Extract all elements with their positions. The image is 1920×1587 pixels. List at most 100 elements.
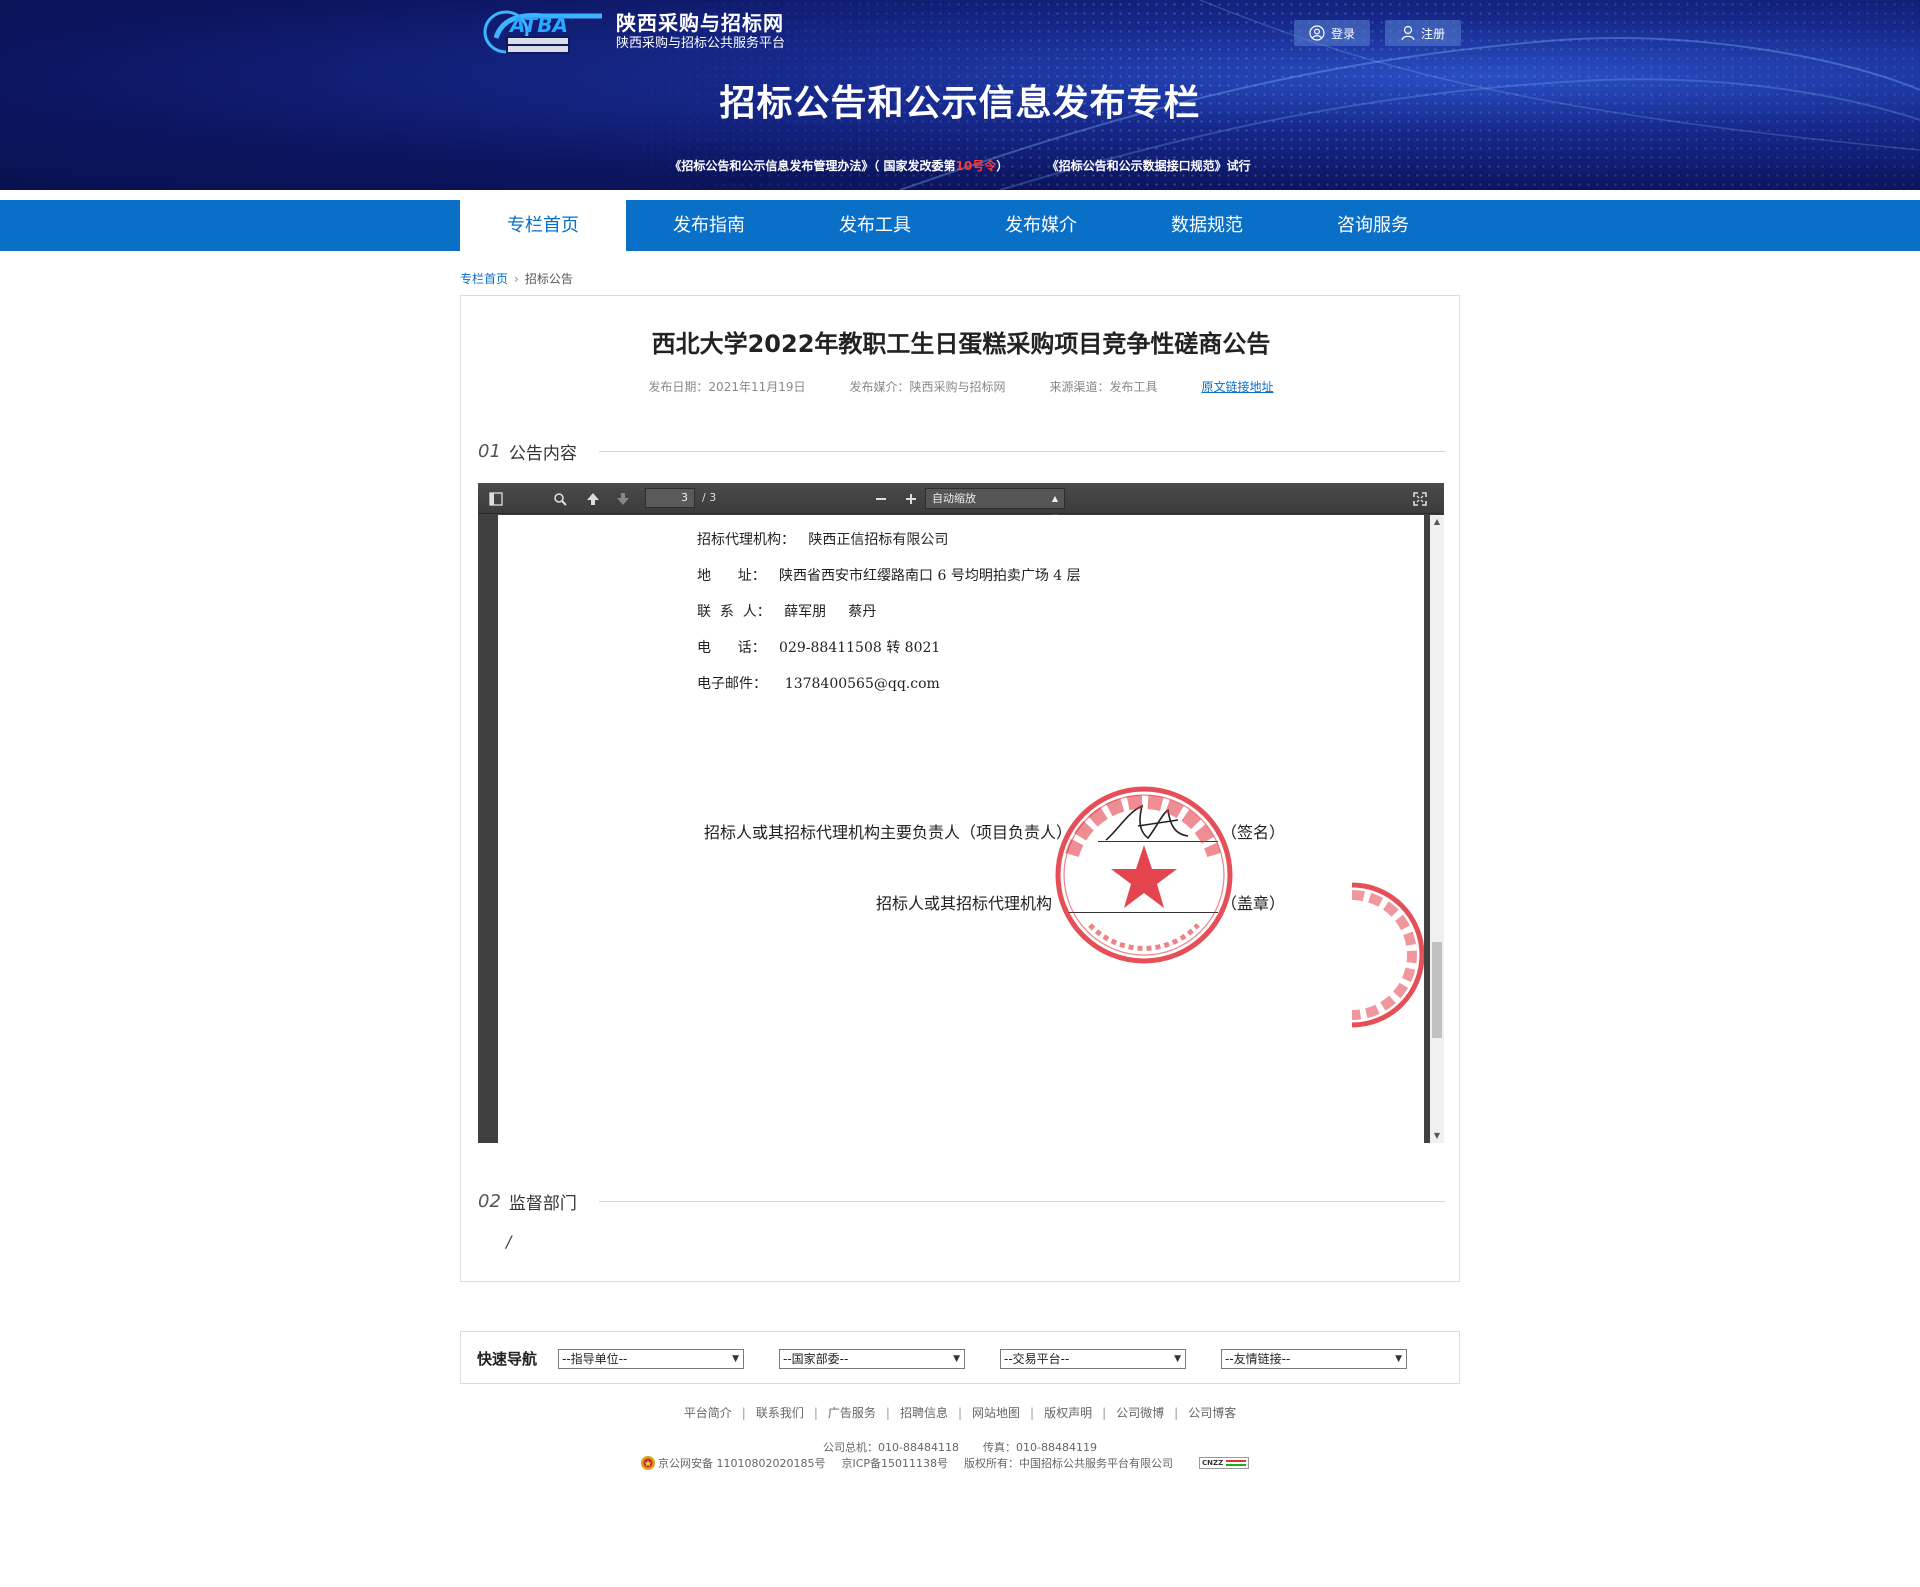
next-page-icon[interactable] (613, 489, 633, 509)
user-icon (1401, 25, 1415, 41)
article-title: 西北大学2022年教职工生日蛋糕采购项目竞争性磋商公告 (651, 330, 1271, 358)
nav-item-tools[interactable]: 发布工具 (792, 200, 958, 251)
logo-subtitle: 陕西采购与招标公共服务平台 (616, 36, 786, 51)
footer-registration: 京公网安备 11010802020185号 京ICP备15011138号 版权所… (640, 1455, 1265, 1471)
cnzz-badge[interactable]: CNZZ (1199, 1457, 1250, 1469)
login-label: 登录 (1330, 26, 1355, 41)
footer-contact: 公司总机：010-88484118 传真：010-88484119 (0, 1439, 1920, 1455)
banner-notice: 《招标公告和公示信息发布管理办法》（ 国家发改委第10号令） 《招标公告和公示数… (0, 157, 1920, 174)
select-value: --国家部委-- (783, 1352, 849, 1366)
pdf-page: 招标代理机构： 陕西正信招标有限公司 地 址： 陕西省西安市红缨路南口 6 号均… (498, 515, 1424, 1143)
notice-spec-link[interactable]: 《招标公告和公示数据接口规范》试行 (1047, 159, 1251, 173)
scrollbar-thumb[interactable] (1432, 942, 1442, 1038)
publish-media: 发布媒介：陕西采购与招标网 (849, 380, 1006, 394)
previous-page-icon[interactable] (583, 489, 603, 509)
section-announcement-header: 01 公告内容 (478, 439, 1445, 464)
page-number-input[interactable]: 3 (645, 488, 695, 508)
login-button[interactable]: 登录 (1294, 20, 1370, 46)
partial-seal-stamp (1351, 882, 1424, 1028)
nav-item-media[interactable]: 发布媒介 (958, 200, 1124, 251)
pdf-sign-label: 招标人或其招标代理机构主要负责人（项目负责人） (704, 823, 1073, 842)
police-badge-icon (641, 1456, 655, 1470)
banner-title: 招标公告和公示信息发布专栏 (719, 83, 1201, 124)
pdf-scrollbar[interactable]: ▲ ▼ (1430, 515, 1444, 1143)
section-number: 01 (478, 440, 501, 462)
notice-text-1: 《招标公告和公示信息发布管理办法》（ 国家发改委第 (669, 159, 956, 173)
chevron-down-icon: ▼ (1395, 1354, 1402, 1364)
chevron-down-icon: ▼ (1174, 1354, 1181, 1364)
ministry-select[interactable]: --国家部委-- ▼ (779, 1349, 965, 1369)
fullscreen-icon[interactable] (1410, 489, 1430, 509)
pdf-line-address: 地 址： 陕西省西安市红缨路南口 6 号均明拍卖广场 4 层 (697, 568, 1081, 584)
breadcrumb-current: 招标公告 (524, 272, 573, 286)
header-banner: ATBA 陕西采购与招标网 陕西采购与招标公共服务平台 登录 注册 招标公告和公… (0, 0, 1920, 190)
section-supervision-header: 02 监督部门 (478, 1189, 1445, 1214)
footer-links: 平台简介 | 联系我们 | 广告服务 | 招聘信息 | 网站地图 | 版权声明 | 公司微博 | 公司博客 (683, 1406, 1237, 1420)
register-button[interactable]: 注册 (1385, 20, 1461, 46)
publish-date: 发布日期：2021年11月19日 (648, 380, 806, 394)
company-seal-stamp (1055, 786, 1233, 964)
main-nav: 专栏首页 发布指南 发布工具 发布媒介 数据规范 咨询服务 (0, 200, 1920, 251)
quick-nav-title: 快速导航 (477, 1350, 538, 1368)
pdf-line-email: 电子邮件： 1378400565@qq.com (697, 676, 940, 692)
nav-item-data-spec[interactable]: 数据规范 (1124, 200, 1290, 251)
zoom-select[interactable]: 自动缩放 ▲▼ (925, 488, 1065, 522)
quick-nav: 快速导航 --指导单位-- ▼ --国家部委-- ▼ --交易平台-- ▼ --友情链… (460, 1331, 1460, 1384)
breadcrumb-home[interactable]: 专栏首页 (460, 272, 508, 286)
scroll-up-icon[interactable]: ▲ (1430, 515, 1444, 529)
logo-name: 陕西采购与招标网 (616, 11, 784, 35)
pdf-seal-label: 招标人或其招标代理机构 (876, 894, 1053, 913)
breadcrumb-separator: › (514, 272, 519, 286)
footer-link-sitemap[interactable]: 网站地图 (972, 1406, 1020, 1420)
source-channel: 来源渠道：发布工具 (1049, 380, 1158, 394)
nav-item-home[interactable]: 专栏首页 (460, 200, 626, 251)
footer-police-record[interactable]: 京公网安备 11010802020185号 (658, 1455, 825, 1471)
chevron-down-icon: ▼ (732, 1354, 739, 1364)
source-link[interactable]: 原文链接地址 (1202, 378, 1274, 395)
notice-regulation-link[interactable]: 《招标公告和公示信息发布管理办法》（ 国家发改委第10号令） (669, 159, 1008, 173)
chevron-down-icon: ▼ (953, 1354, 960, 1364)
footer-fax: 传真：010-88484119 (983, 1441, 1097, 1454)
svg-text:ATBA: ATBA (508, 13, 568, 37)
pdf-line-agency: 招标代理机构： 陕西正信招标有限公司 (697, 532, 949, 548)
notice-red-text: 10号令 (955, 159, 997, 173)
footer-link-contact[interactable]: 联系我们 (756, 1406, 804, 1420)
pdf-line-phone: 电 话： 029-88411508 转 8021 (697, 640, 941, 656)
section-label: 公告内容 (508, 443, 577, 464)
section-label: 监督部门 (508, 1193, 577, 1214)
nav-item-guide[interactable]: 发布指南 (626, 200, 792, 251)
search-icon[interactable] (550, 489, 570, 509)
trading-platform-select[interactable]: --交易平台-- ▼ (1000, 1349, 1186, 1369)
select-value: --友情链接-- (1225, 1352, 1291, 1366)
pdf-toolbar: 3 / 3 自动缩放 ▲▼ (478, 483, 1444, 522)
footer-link-ads[interactable]: 广告服务 (828, 1406, 876, 1420)
user-circle-icon (1309, 25, 1325, 41)
register-label: 注册 (1420, 26, 1445, 41)
zoom-out-icon[interactable] (871, 489, 891, 509)
footer-link-weibo[interactable]: 公司微博 (1116, 1406, 1164, 1420)
footer-phone: 公司总机：010-88484118 (823, 1441, 959, 1454)
supervision-content: / (506, 1232, 512, 1251)
footer-link-about[interactable]: 平台简介 (684, 1406, 732, 1420)
site-logo[interactable]: ATBA 陕西采购与招标网 陕西采购与招标公共服务平台 (482, 8, 785, 56)
footer-link-copyright[interactable]: 版权声明 (1044, 1406, 1092, 1420)
zoom-value: 自动缩放 (932, 492, 976, 505)
select-value: --交易平台-- (1004, 1352, 1070, 1366)
nav-item-consult[interactable]: 咨询服务 (1290, 200, 1456, 251)
breadcrumb: 专栏首页 › 招标公告 (460, 270, 573, 287)
select-value: --指导单位-- (562, 1352, 628, 1366)
scroll-down-icon[interactable]: ▼ (1430, 1129, 1444, 1143)
page-total: / 3 (702, 491, 717, 504)
section-number: 02 (478, 1190, 501, 1212)
footer-icp[interactable]: 京ICP备15011138号 (841, 1455, 948, 1471)
logo-mark-icon: ATBA (483, 10, 602, 54)
pdf-line-contact: 联 系 人： 薛军朋 蔡丹 (697, 604, 877, 620)
friendly-links-select[interactable]: --友情链接-- ▼ (1221, 1349, 1407, 1369)
footer-link-jobs[interactable]: 招聘信息 (900, 1406, 948, 1420)
article-card: 西北大学2022年教职工生日蛋糕采购项目竞争性磋商公告 发布日期：2021年11… (460, 295, 1460, 1282)
section-divider (598, 450, 1445, 452)
guide-unit-select[interactable]: --指导单位-- ▼ (558, 1349, 744, 1369)
footer-link-blog[interactable]: 公司博客 (1188, 1406, 1236, 1420)
sidebar-toggle-icon[interactable] (486, 489, 506, 509)
zoom-in-icon[interactable] (901, 489, 921, 509)
